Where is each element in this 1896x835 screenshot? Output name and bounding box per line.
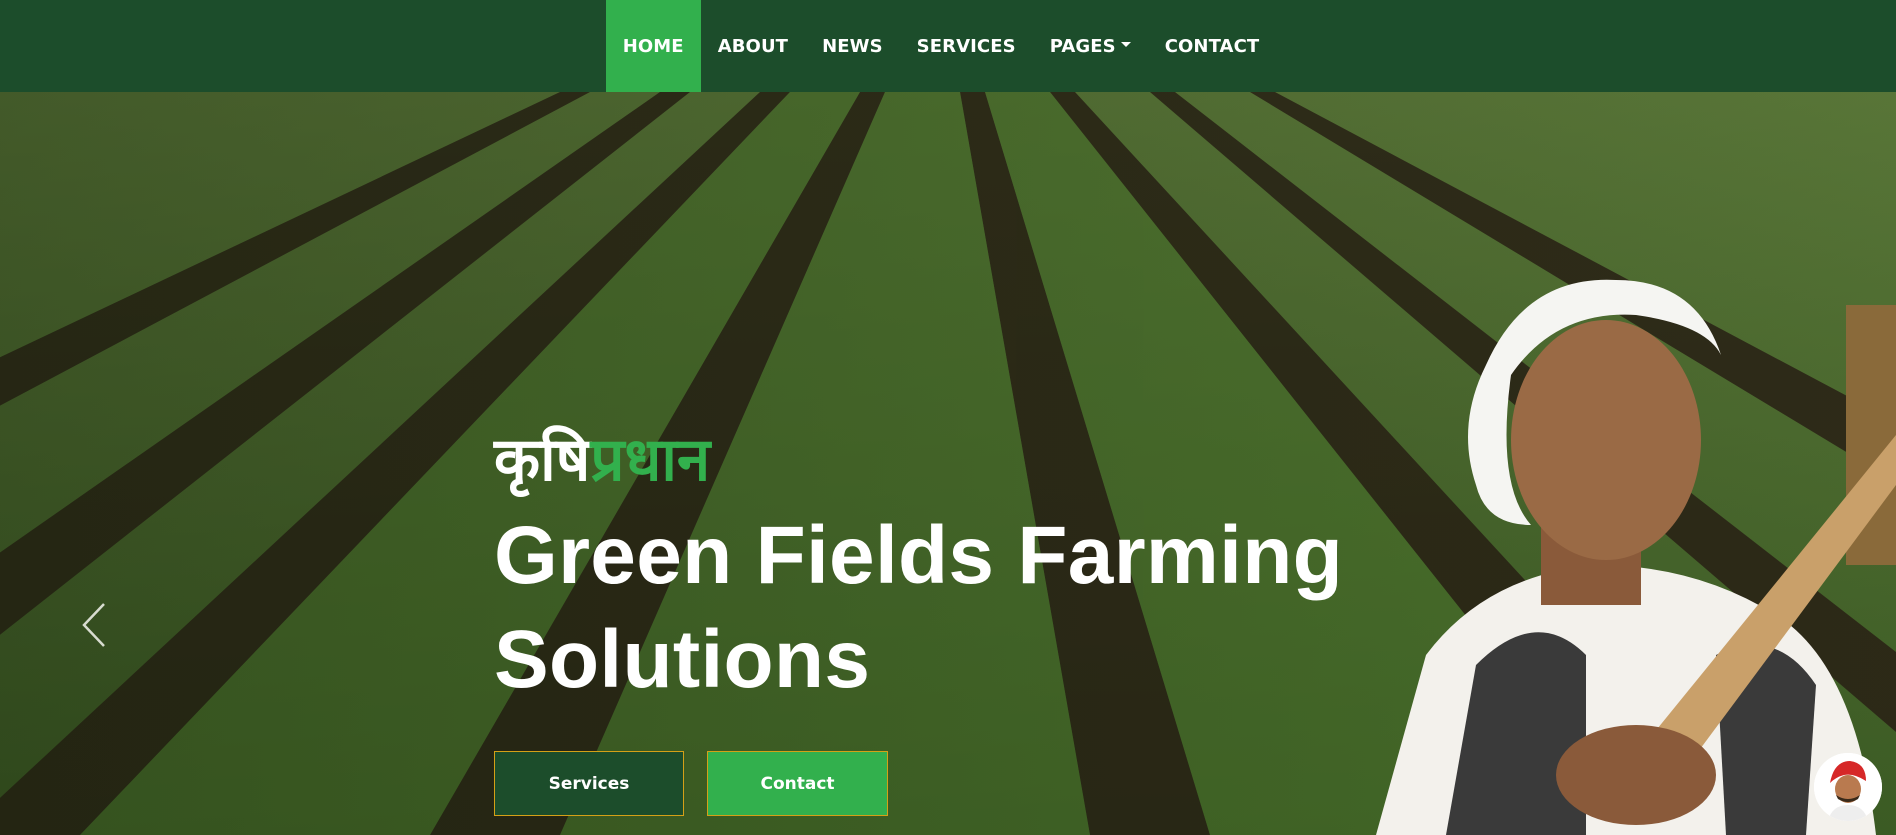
hero-headline: Green Fields Farming Solutions — [494, 504, 1394, 712]
top-navbar: HOME ABOUT NEWS SERVICES PAGES CONTACT — [0, 0, 1896, 92]
caret-down-icon — [1120, 41, 1131, 47]
contact-button[interactable]: Contact — [707, 751, 888, 816]
services-button-label: Services — [548, 773, 630, 794]
tagline-white: कृषि — [494, 425, 591, 495]
chevron-left-icon[interactable] — [80, 600, 110, 650]
nav-item-services-label: SERVICES — [916, 35, 1016, 57]
nav-item-contact-label: CONTACT — [1164, 35, 1260, 57]
nav-item-about-label: ABOUT — [717, 35, 789, 57]
contact-button-label: Contact — [760, 773, 835, 794]
nav-item-contact[interactable]: CONTACT — [1148, 0, 1277, 92]
hero-buttons: Services Contact — [494, 751, 888, 816]
nav-item-pages-label: PAGES — [1049, 35, 1116, 57]
headline-line-1: Green Fields Farming — [494, 510, 1343, 601]
services-button[interactable]: Services — [494, 751, 684, 816]
headline-line-2: Solutions — [494, 614, 871, 705]
nav-item-news-label: NEWS — [822, 35, 883, 57]
nav-item-home[interactable]: HOME — [605, 0, 701, 92]
nav-item-news[interactable]: NEWS — [805, 0, 900, 92]
nav-menu: HOME ABOUT NEWS SERVICES PAGES CONTACT — [605, 0, 1277, 92]
farmer-avatar-graphic — [1814, 753, 1882, 821]
nav-item-about[interactable]: ABOUT — [701, 0, 805, 92]
hero-text-block: कृषिप्रधान Green Fields Farming Solution… — [494, 430, 1394, 712]
tagline-green: प्रधान — [590, 425, 711, 495]
farmer-avatar-icon[interactable] — [1814, 753, 1882, 821]
nav-item-home-label: HOME — [622, 35, 684, 57]
hero-tagline: कृषिप्रधान — [494, 430, 1394, 490]
farmer-photo — [1376, 279, 1896, 835]
nav-item-services[interactable]: SERVICES — [900, 0, 1033, 92]
nav-item-pages-dropdown[interactable]: PAGES — [1033, 0, 1148, 92]
